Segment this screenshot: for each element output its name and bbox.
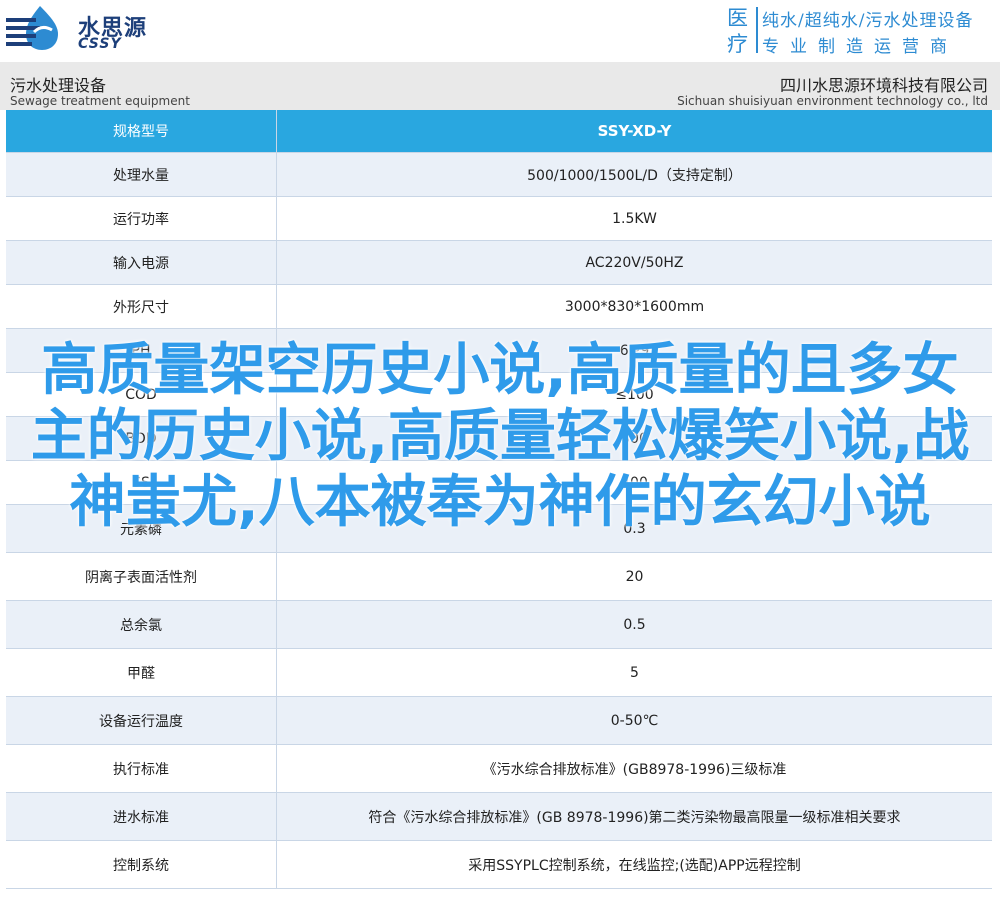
table-row: 执行标准 《污水综合排放标准》(GB8978-1996)三级标准 [6, 744, 992, 793]
spec-label-cell: 外形尺寸 [6, 284, 277, 329]
table-row: 总余氯 0.5 [6, 600, 992, 649]
spec-label-cell: 执行标准 [6, 744, 277, 793]
spec-label-cell: 输入电源 [6, 240, 277, 285]
table-row: 设备运行温度 0-50℃ [6, 696, 992, 745]
badge-divider [756, 7, 758, 53]
table-row: 阴离子表面活性剂 20 [6, 552, 992, 601]
logo-english-text: CSSY [78, 36, 122, 52]
table-row: 进水标准 符合《污水综合排放标准》(GB 8978-1996)第二类污染物最高限量… [6, 792, 992, 841]
table-row: 处理水量 500/1000/1500L/D（支持定制） [6, 152, 992, 197]
tagline-top: 纯水/超纯水/污水处理设备 [762, 11, 974, 31]
table-row: 运行功率 1.5KW [6, 196, 992, 241]
spec-value-cell: 20 [276, 552, 992, 601]
spec-label-cell: 阴离子表面活性剂 [6, 552, 277, 601]
spec-label-cell: 控制系统 [6, 840, 277, 889]
spec-label-cell: 进水标准 [6, 792, 277, 841]
table-row: 外形尺寸 3000*830*1600mm [6, 284, 992, 329]
header-value-cell: SSY-XD-Y [276, 110, 992, 153]
table-row: 甲醛 5 [6, 648, 992, 697]
spec-label-cell: 甲醛 [6, 648, 277, 697]
spec-value-cell: 0-50℃ [276, 696, 992, 745]
company-name-english: Sichuan shuisiyuan environment technolog… [677, 94, 988, 108]
medical-badge: 医疗 [727, 6, 748, 56]
spec-value-cell: 500/1000/1500L/D（支持定制） [276, 152, 992, 197]
spec-value-cell: 0.5 [276, 600, 992, 649]
table-row: 输入电源 AC220V/50HZ [6, 240, 992, 285]
spec-value-cell: AC220V/50HZ [276, 240, 992, 285]
sub-header: 污水处理设备 Sewage treatment equipment 四川水思源环… [0, 62, 1000, 110]
table-header-row: 规格型号 SSY-XD-Y [6, 110, 992, 153]
spec-value-cell: 《污水综合排放标准》(GB8978-1996)三级标准 [276, 744, 992, 793]
spec-label-cell: 总余氯 [6, 600, 277, 649]
header-label-cell: 规格型号 [6, 110, 277, 153]
spec-value-cell: 采用SSYPLC控制系统，在线监控;(选配)APP远程控制 [276, 840, 992, 889]
spec-label-cell: 运行功率 [6, 196, 277, 241]
spec-label-cell: 设备运行温度 [6, 696, 277, 745]
overlay-headline: 高质量架空历史小说,高质量的且多女主的历史小说,高质量轻松爆笑小说,战神蚩尤,八… [30, 338, 970, 535]
spec-value-cell: 3000*830*1600mm [276, 284, 992, 329]
page-header: 水思源 CSSY 医疗 纯水/超纯水/污水处理设备 专业制造运营商 [0, 0, 1000, 62]
category-subtitle: Sewage treatment equipment [10, 94, 190, 108]
spec-label-cell: 处理水量 [6, 152, 277, 197]
category-title: 污水处理设备 [10, 76, 107, 95]
spec-value-cell: 5 [276, 648, 992, 697]
company-name: 四川水思源环境科技有限公司 [779, 76, 988, 95]
spec-value-cell: 符合《污水综合排放标准》(GB 8978-1996)第二类污染物最高限量一级标准… [276, 792, 992, 841]
spec-value-cell: 1.5KW [276, 196, 992, 241]
tagline-bottom: 专业制造运营商 [762, 37, 958, 57]
table-row: 控制系统 采用SSYPLC控制系统，在线监控;(选配)APP远程控制 [6, 840, 992, 889]
water-drop-logo-icon [6, 6, 58, 50]
